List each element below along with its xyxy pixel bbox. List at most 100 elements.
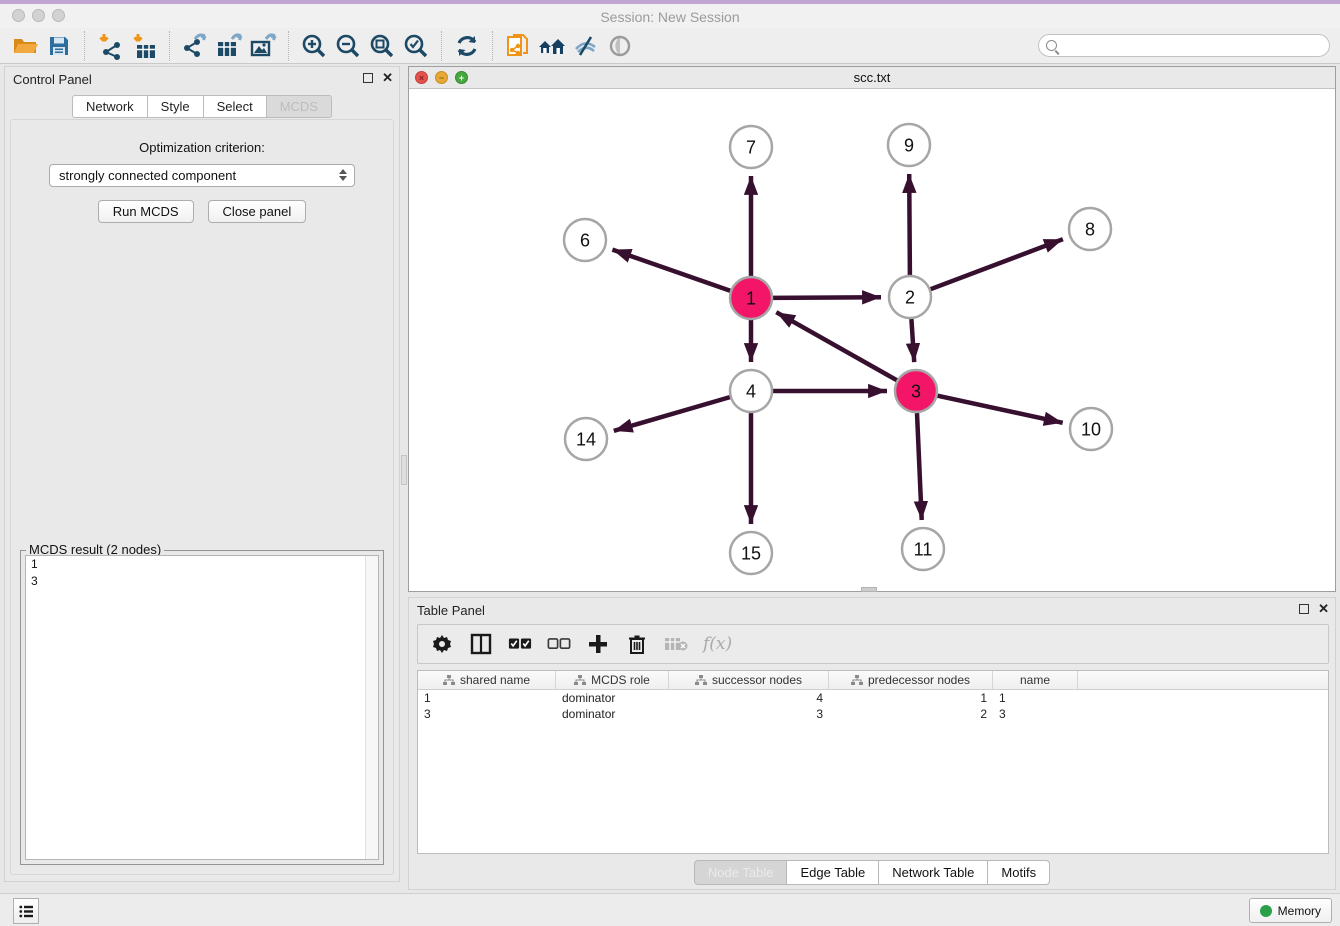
tab-motifs[interactable]: Motifs xyxy=(988,860,1050,885)
edge-1-6[interactable] xyxy=(612,250,730,291)
session-title: Session: New Session xyxy=(0,9,1340,25)
column-header-name[interactable]: name xyxy=(993,671,1078,689)
duplicate-network-button[interactable] xyxy=(501,30,535,62)
table-row[interactable]: 1dominator411 xyxy=(418,690,1328,706)
svg-text:11: 11 xyxy=(914,539,933,559)
table-cell[interactable]: 1 xyxy=(829,690,993,706)
run-mcds-button[interactable]: Run MCDS xyxy=(98,200,194,223)
column-header-predecessor-nodes[interactable]: predecessor nodes xyxy=(829,671,993,689)
zoom-selected-button[interactable] xyxy=(399,30,433,62)
edge-4-14[interactable] xyxy=(614,397,730,431)
close-table-panel-icon[interactable]: ✕ xyxy=(1318,603,1329,615)
table-row[interactable]: 3dominator323 xyxy=(418,706,1328,722)
delete-column-button[interactable] xyxy=(625,632,649,656)
table-cell[interactable]: 2 xyxy=(829,706,993,722)
show-all-button[interactable] xyxy=(603,30,637,62)
node-1[interactable]: 1 xyxy=(730,277,772,319)
node-2[interactable]: 2 xyxy=(889,276,931,318)
zoom-out-button[interactable] xyxy=(331,30,365,62)
table-cell[interactable]: 1 xyxy=(993,690,1078,706)
column-view-button[interactable] xyxy=(469,632,493,656)
criterion-dropdown[interactable]: strongly connected component xyxy=(49,164,355,187)
column-label: MCDS role xyxy=(591,673,650,687)
export-table-button[interactable] xyxy=(212,30,246,62)
network-graph[interactable]: 7 9 6 8 1 2 4 3 14 10 15 11 xyxy=(409,89,1335,591)
canvas-scroll-grip[interactable] xyxy=(861,587,877,592)
table-cell[interactable]: dominator xyxy=(556,690,669,706)
tab-node-table[interactable]: Node Table xyxy=(694,860,788,885)
node-9[interactable]: 9 xyxy=(888,124,930,166)
node-8[interactable]: 8 xyxy=(1069,208,1111,250)
memory-button[interactable]: Memory xyxy=(1249,898,1332,923)
network-canvas[interactable]: 7 9 6 8 1 2 4 3 14 10 15 11 xyxy=(409,89,1335,591)
select-all-button[interactable] xyxy=(508,632,532,656)
zoom-fit-button[interactable] xyxy=(365,30,399,62)
edge-3-10[interactable] xyxy=(938,396,1063,423)
close-panel-button[interactable]: Close panel xyxy=(208,200,307,223)
export-network-button[interactable] xyxy=(178,30,212,62)
table-cell[interactable]: 4 xyxy=(669,690,829,706)
refresh-view-button[interactable] xyxy=(450,30,484,62)
search-input[interactable] xyxy=(1038,34,1330,57)
tab-network-table[interactable]: Network Table xyxy=(879,860,988,885)
add-column-button[interactable] xyxy=(586,632,610,656)
toolbar-separator xyxy=(441,31,442,61)
tab-select[interactable]: Select xyxy=(204,95,267,118)
tab-mcds[interactable]: MCDS xyxy=(267,95,332,118)
edge-1-2[interactable] xyxy=(773,297,881,298)
node-11[interactable]: 11 xyxy=(902,528,944,570)
open-folder-icon xyxy=(12,33,38,59)
close-panel-icon[interactable]: ✕ xyxy=(382,72,393,84)
save-session-button[interactable] xyxy=(42,30,76,62)
zoom-in-button[interactable] xyxy=(297,30,331,62)
node-3[interactable]: 3 xyxy=(895,370,937,412)
deselect-all-button[interactable] xyxy=(547,632,571,656)
node-14[interactable]: 14 xyxy=(565,418,607,460)
tab-style[interactable]: Style xyxy=(148,95,204,118)
edge-3-1[interactable] xyxy=(776,312,897,380)
hide-eye-icon xyxy=(572,33,600,59)
search-icon xyxy=(1046,40,1057,51)
svg-text:3: 3 xyxy=(911,381,921,401)
node-4[interactable]: 4 xyxy=(730,370,772,412)
edge-2-8[interactable] xyxy=(931,239,1063,289)
table-cell[interactable]: 3 xyxy=(993,706,1078,722)
import-network-button[interactable] xyxy=(93,30,127,62)
node-10[interactable]: 10 xyxy=(1070,408,1112,450)
column-header-mcds-role[interactable]: MCDS role xyxy=(556,671,669,689)
node-15[interactable]: 15 xyxy=(730,532,772,574)
import-table-button[interactable] xyxy=(127,30,161,62)
table-cell[interactable]: dominator xyxy=(556,706,669,722)
import-network-icon xyxy=(96,32,124,60)
edge-2-3[interactable] xyxy=(911,319,914,362)
panel-divider-grip[interactable] xyxy=(401,455,407,485)
mcds-result-list[interactable]: 13 xyxy=(25,555,379,860)
node-7[interactable]: 7 xyxy=(730,126,772,168)
toolbar-separator xyxy=(84,31,85,61)
svg-text:15: 15 xyxy=(741,543,761,563)
first-neighbors-button[interactable] xyxy=(535,30,569,62)
column-header-successor-nodes[interactable]: successor nodes xyxy=(669,671,829,689)
tab-network[interactable]: Network xyxy=(72,95,148,118)
select-all-icon xyxy=(508,637,532,651)
column-header-shared-name[interactable]: shared name xyxy=(418,671,556,689)
edge-3-11[interactable] xyxy=(917,413,922,520)
table-cell[interactable]: 3 xyxy=(669,706,829,722)
float-panel-icon[interactable] xyxy=(363,73,373,83)
table-cell[interactable]: 1 xyxy=(418,690,556,706)
task-history-button[interactable] xyxy=(13,898,39,924)
edge-2-9[interactable] xyxy=(909,174,910,275)
app-titlebar: Session: New Session xyxy=(0,4,1340,28)
table-settings-button[interactable] xyxy=(430,632,454,656)
table-cell[interactable]: 3 xyxy=(418,706,556,722)
network-frame-titlebar[interactable]: × − + scc.txt xyxy=(409,67,1335,89)
export-image-button[interactable] xyxy=(246,30,280,62)
open-session-button[interactable] xyxy=(8,30,42,62)
node-6[interactable]: 6 xyxy=(564,219,606,261)
result-scrollbar[interactable] xyxy=(365,556,378,859)
node-table[interactable]: shared name MCDS role successor nodesprede… xyxy=(417,670,1329,854)
hide-selected-button[interactable] xyxy=(569,30,603,62)
float-table-panel-icon[interactable] xyxy=(1299,604,1309,614)
tab-edge-table[interactable]: Edge Table xyxy=(787,860,879,885)
gear-icon xyxy=(432,634,452,654)
